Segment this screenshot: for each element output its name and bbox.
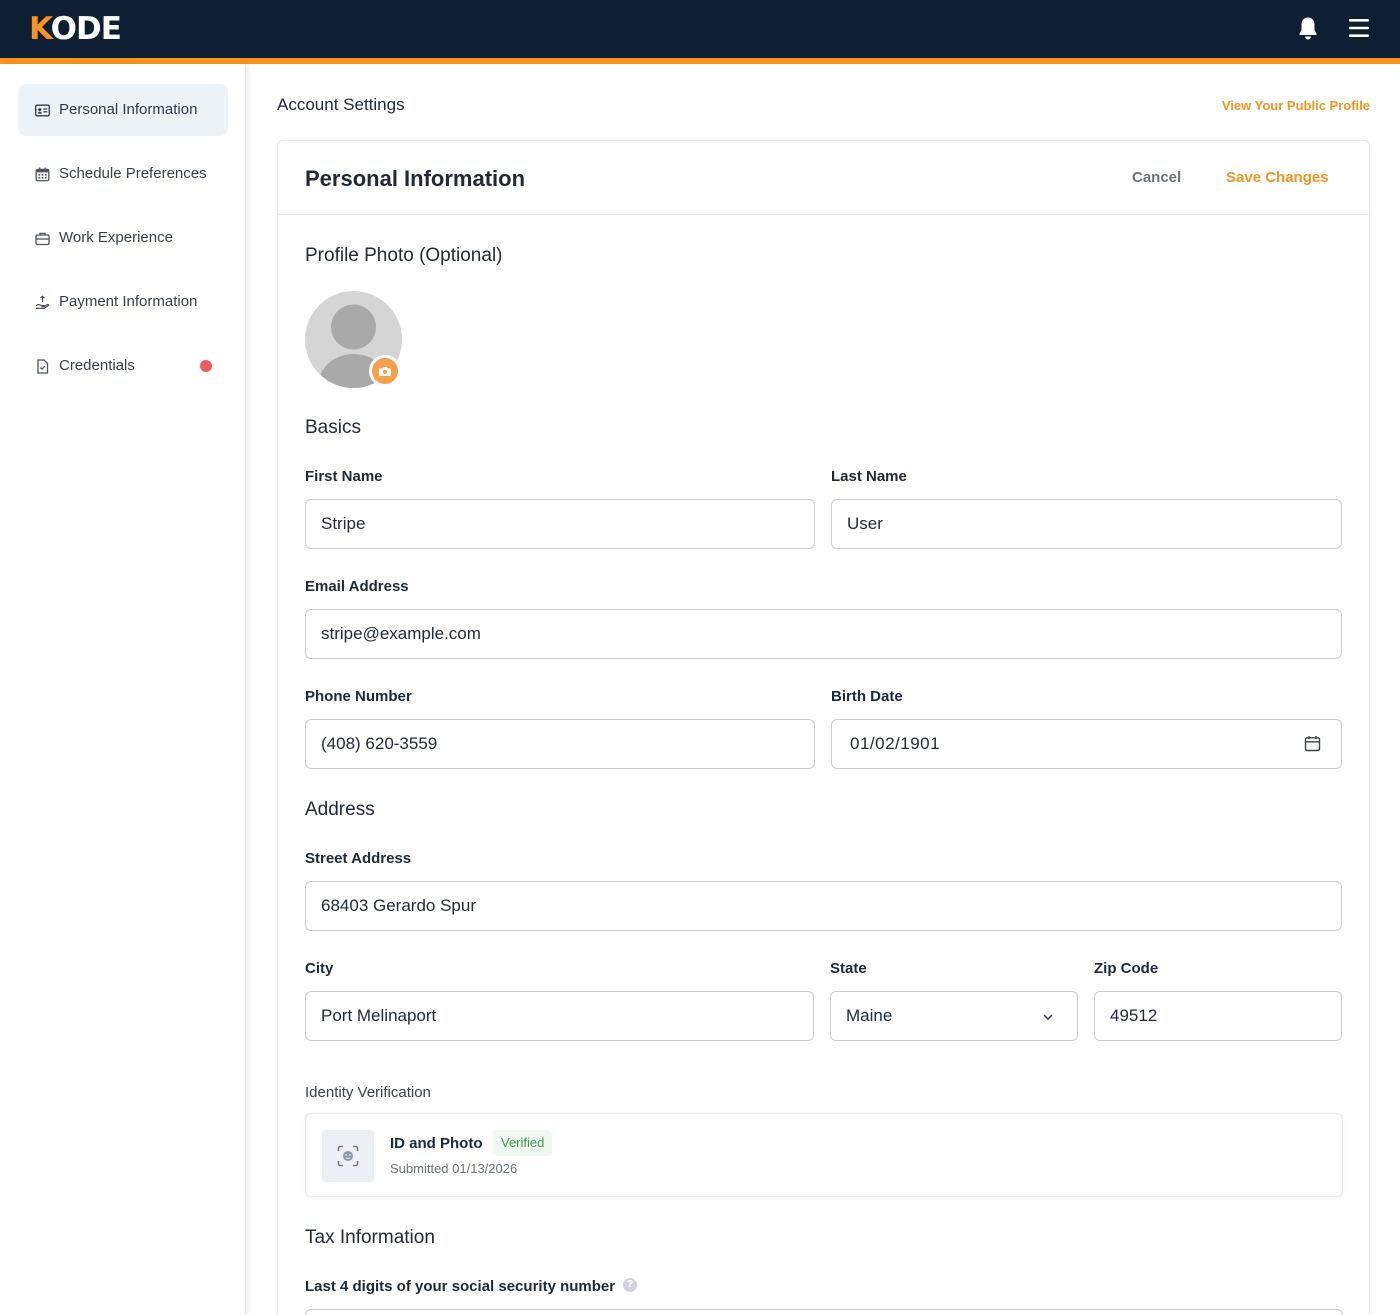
state-select[interactable]: Maine: [830, 991, 1078, 1041]
identity-verification-box[interactable]: ID and Photo Verified Submitted 01/13/20…: [305, 1113, 1343, 1197]
street-address-label: Street Address: [305, 850, 412, 867]
logo-letters: ODE: [50, 11, 122, 47]
city-input[interactable]: Port Melinaport: [305, 991, 814, 1041]
ssn-last4-input[interactable]: [305, 1309, 1343, 1315]
zip-code-input[interactable]: 49512: [1094, 991, 1342, 1041]
sidebar-item-schedule-preferences[interactable]: Schedule Preferences: [18, 148, 228, 200]
profile-photo-title: Profile Photo (Optional): [305, 245, 503, 266]
first-name-input[interactable]: Stripe: [305, 499, 815, 549]
first-name-value: Stripe: [321, 514, 366, 533]
help-icon[interactable]: ?: [623, 1278, 637, 1292]
street-address-value: 68403 Gerardo Spur: [321, 896, 476, 915]
card-header: Personal Information Cancel Save Changes: [278, 141, 1369, 215]
camera-icon: [379, 367, 391, 376]
calendar-icon: [35, 167, 50, 182]
zip-code-value: 49512: [1110, 1006, 1158, 1025]
birth-date-value: 01/02/1901: [850, 734, 941, 753]
face-scan-icon-tile: [322, 1130, 374, 1182]
first-name-label: First Name: [305, 468, 383, 485]
state-value: Maine: [846, 1006, 893, 1025]
chevron-down-icon: [1043, 1014, 1053, 1021]
ssn-label: Last 4 digits of your social security nu…: [305, 1278, 616, 1295]
tax-information-title: Tax Information: [305, 1227, 435, 1248]
sidebar-item-personal-information[interactable]: Personal Information: [18, 84, 228, 136]
page-title: Account Settings: [277, 95, 405, 114]
id-and-photo-title: ID and Photo: [390, 1135, 483, 1152]
phone-input[interactable]: (408) 620-3559: [305, 719, 815, 769]
card-title: Personal Information: [305, 166, 526, 191]
basics-title: Basics: [305, 417, 361, 438]
sidebar-item-payment-information[interactable]: Payment Information: [18, 276, 228, 328]
cancel-button[interactable]: Cancel: [1132, 168, 1181, 188]
state-label: State: [830, 960, 867, 977]
bell-icon[interactable]: [1297, 16, 1319, 40]
hand-coin-icon: [35, 295, 50, 309]
view-public-profile-link[interactable]: View Your Public Profile: [1222, 97, 1370, 115]
city-value: Port Melinaport: [321, 1006, 437, 1025]
sidebar-item-label: Personal Information: [59, 101, 198, 118]
city-label: City: [305, 960, 334, 977]
logo-letter-k: K: [29, 11, 52, 47]
sidebar-item-credentials[interactable]: Credentials: [18, 340, 228, 392]
email-label: Email Address: [305, 578, 409, 595]
submitted-date: Submitted 01/13/2026: [390, 1161, 518, 1176]
sidebar-item-label: Payment Information: [59, 293, 198, 310]
phone-value: (408) 620-3559: [321, 734, 438, 753]
briefcase-icon: [35, 232, 50, 246]
sidebar-item-work-experience[interactable]: Work Experience: [18, 212, 228, 264]
change-photo-button[interactable]: [369, 355, 401, 387]
sidebar-item-label: Schedule Preferences: [59, 165, 207, 182]
calendar-icon[interactable]: [1304, 735, 1321, 752]
settings-sidebar: Personal Information Schedule Preference…: [0, 64, 246, 1315]
personal-information-card: Personal Information Cancel Save Changes…: [277, 140, 1370, 1315]
identity-verification-label: Identity Verification: [305, 1084, 431, 1101]
sidebar-item-label: Work Experience: [59, 229, 173, 246]
email-value: stripe@example.com: [321, 624, 481, 643]
face-scan-icon: [337, 1145, 359, 1167]
birth-date-input[interactable]: 01/02/1901: [831, 719, 1342, 769]
status-badge: Verified: [493, 1130, 553, 1156]
last-name-label: Last Name: [831, 468, 907, 485]
save-changes-button[interactable]: Save Changes: [1226, 168, 1329, 188]
document-check-icon: [37, 359, 49, 374]
address-title: Address: [305, 799, 375, 820]
last-name-value: User: [847, 514, 883, 533]
credentials-alert-dot: [200, 360, 212, 372]
last-name-input[interactable]: User: [831, 499, 1342, 549]
zip-code-label: Zip Code: [1094, 960, 1159, 977]
sidebar-item-label: Credentials: [59, 357, 135, 374]
email-input[interactable]: stripe@example.com: [305, 609, 1342, 659]
street-address-input[interactable]: 68403 Gerardo Spur: [305, 881, 1342, 931]
kode-logo[interactable]: KODE: [29, 11, 122, 47]
top-navigation-bar: KODE: [0, 0, 1400, 58]
id-card-icon: [35, 104, 50, 117]
menu-icon[interactable]: [1348, 18, 1370, 38]
phone-label: Phone Number: [305, 688, 412, 705]
birth-date-label: Birth Date: [831, 688, 903, 705]
